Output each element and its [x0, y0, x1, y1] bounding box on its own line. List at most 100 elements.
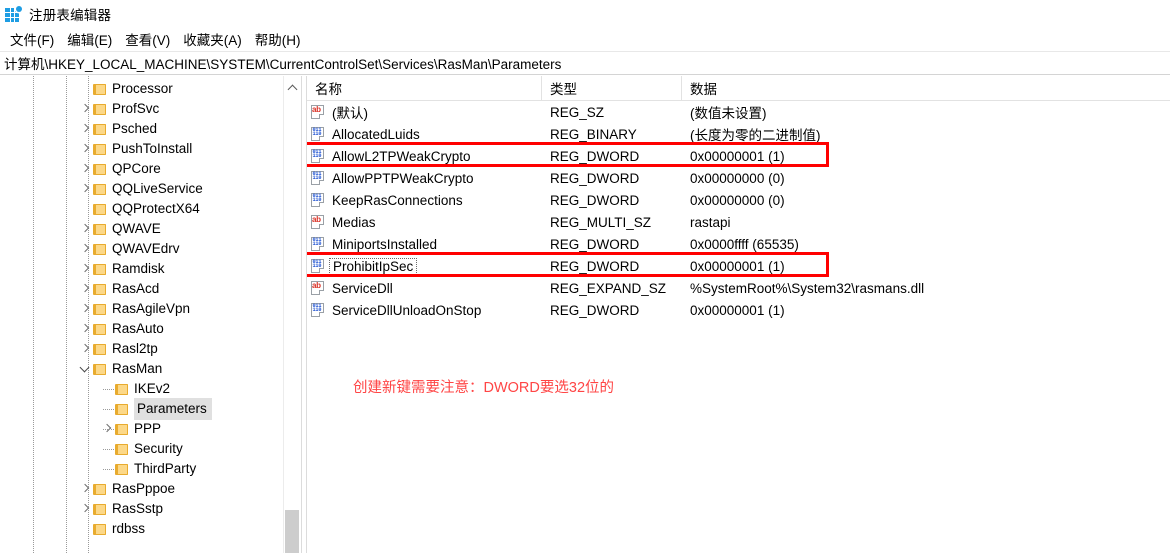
chevron-right-icon[interactable] [77, 139, 93, 159]
tree-item-qpcore[interactable]: QPCore [0, 159, 284, 179]
value-name: Medias [332, 214, 376, 230]
menu-help[interactable]: 帮助(H) [251, 27, 310, 52]
tree-item-label: PPP [134, 421, 162, 436]
table-row[interactable]: ab (默认) REG_SZ (数值未设置) [307, 101, 1170, 123]
value-data-cell: (长度为零的二进制值) [690, 128, 821, 143]
chevron-right-icon[interactable] [77, 499, 93, 519]
chevron-right-icon[interactable] [77, 279, 93, 299]
value-data-cell: 0x00000001 (1) [690, 148, 785, 164]
chevron-right-icon[interactable] [77, 339, 93, 359]
tree-item-ikev2[interactable]: IKEv2 [0, 379, 284, 399]
scroll-up-arrow-icon[interactable] [284, 80, 301, 96]
chevron-right-icon[interactable] [77, 179, 93, 199]
window-title: 注册表编辑器 [29, 8, 112, 23]
menu-edit[interactable]: 编辑(E) [63, 27, 121, 52]
tree-item-label: PushToInstall [112, 141, 193, 156]
tree-item-rassstp[interactable]: RasSstp [0, 499, 284, 519]
value-name-cell: 011 110 ServiceDllUnloadOnStop [307, 299, 542, 321]
chevron-right-icon[interactable] [77, 99, 93, 119]
tree-vertical-scrollbar[interactable] [283, 76, 301, 553]
menu-view[interactable]: 查看(V) [121, 27, 179, 52]
tree-item-rasl2tp[interactable]: Rasl2tp [0, 339, 284, 359]
tree-item-parameters[interactable]: Parameters [0, 398, 284, 420]
folder-icon [93, 483, 107, 496]
tree-item-processor[interactable]: Processor [0, 79, 284, 99]
tree-item-label: ThirdParty [134, 461, 197, 476]
tree-item-label: QWAVEdrv [112, 241, 180, 256]
table-row[interactable]: ab Medias REG_MULTI_SZ rastapi [307, 211, 1170, 233]
binary-value-icon: 011 110 [311, 127, 326, 141]
tree-item-qqliveservice[interactable]: QQLiveService [0, 179, 284, 199]
value-data-cell: 0x00000001 (1) [690, 302, 785, 318]
chevron-down-icon[interactable] [77, 359, 93, 379]
tree-scrollbar-thumb[interactable] [285, 510, 299, 553]
value-data-cell: 0x00000001 (1) [690, 258, 785, 274]
address-bar[interactable]: 计算机\HKEY_LOCAL_MACHINE\SYSTEM\CurrentCon… [0, 51, 1170, 75]
tree-item-profsvc[interactable]: ProfSvc [0, 99, 284, 119]
folder-icon [115, 443, 129, 456]
table-row[interactable]: 011 110 AllocatedLuids REG_BINARY (长度为零的二进制值… [307, 123, 1170, 145]
folder-icon [115, 463, 129, 476]
value-type-cell: REG_DWORD [550, 192, 640, 208]
folder-icon [93, 283, 107, 296]
value-name-cell: 011 110 ProhibitIpSec [307, 255, 542, 277]
tree-item-security[interactable]: Security [0, 439, 284, 459]
chevron-right-icon[interactable] [77, 299, 93, 319]
tree-item-ppp[interactable]: PPP [0, 419, 284, 439]
tree-item-label: Security [134, 441, 183, 456]
tree-item-thirdparty[interactable]: ThirdParty [0, 459, 284, 479]
column-header-name[interactable]: 名称 [307, 76, 542, 100]
tree-item-rdbss[interactable]: rdbss [0, 519, 284, 539]
registry-tree[interactable]: Processor ProfSvc Psched PushToInstall QPCor… [0, 76, 284, 539]
chevron-right-icon[interactable] [77, 219, 93, 239]
chevron-right-icon[interactable] [77, 259, 93, 279]
chevron-right-icon[interactable] [77, 239, 93, 259]
chevron-right-icon[interactable] [77, 119, 93, 139]
tree-item-label: QQProtectX64 [112, 201, 200, 216]
tree-item-qwave[interactable]: QWAVE [0, 219, 284, 239]
value-name-cell: ab Medias [307, 211, 542, 233]
table-row[interactable]: 011 110 AllowPPTPWeakCrypto REG_DWORD 0x0000… [307, 167, 1170, 189]
table-row[interactable]: 011 110 AllowL2TPWeakCrypto REG_DWORD 0x0000… [307, 145, 1170, 167]
chevron-right-icon[interactable] [77, 319, 93, 339]
table-row[interactable]: 011 110 ProhibitIpSec REG_DWORD 0x00000001 (… [307, 255, 1170, 277]
menu-file[interactable]: 文件(F) [6, 27, 63, 52]
chevron-right-icon[interactable] [77, 479, 93, 499]
tree-item-label: RasAgileVpn [112, 301, 191, 316]
tree-item-rasagilevpn[interactable]: RasAgileVpn [0, 299, 284, 319]
column-header-type[interactable]: 类型 [542, 76, 682, 100]
tree-item-rasauto[interactable]: RasAuto [0, 319, 284, 339]
value-type-cell: REG_EXPAND_SZ [550, 280, 667, 296]
title-bar: 注册表编辑器 [0, 0, 1170, 28]
tree-item-rasman[interactable]: RasMan [0, 359, 284, 379]
tree-item-ramdisk[interactable]: Ramdisk [0, 259, 284, 279]
tree-item-qqprotectx64[interactable]: QQProtectX64 [0, 199, 284, 219]
tree-item-label: Rasl2tp [112, 341, 158, 356]
table-row[interactable]: ab ServiceDll REG_EXPAND_SZ %SystemRoot%\Sy… [307, 277, 1170, 299]
folder-icon [115, 383, 129, 396]
value-name-cell: 011 110 AllocatedLuids [307, 123, 542, 145]
table-row[interactable]: 011 110 MiniportsInstalled REG_DWORD 0x0000f… [307, 233, 1170, 255]
tree-item-pushtoinstall[interactable]: PushToInstall [0, 139, 284, 159]
table-row[interactable]: 011 110 ServiceDllUnloadOnStop REG_DWORD 0x0… [307, 299, 1170, 321]
value-name-cell: 011 110 KeepRasConnections [307, 189, 542, 211]
values-list[interactable]: ab (默认) REG_SZ (数值未设置) 011 110 AllocatedLuids R… [307, 101, 1170, 321]
address-path: 计算机\HKEY_LOCAL_MACHINE\SYSTEM\CurrentCon… [4, 57, 562, 72]
tree-item-qwavedrv[interactable]: QWAVEdrv [0, 239, 284, 259]
value-type-cell: REG_DWORD [550, 236, 640, 252]
table-row[interactable]: 011 110 KeepRasConnections REG_DWORD 0x00000… [307, 189, 1170, 211]
folder-icon [115, 423, 129, 436]
column-header-data[interactable]: 数据 [682, 76, 1170, 100]
value-name: ServiceDll [332, 280, 393, 296]
value-type-cell: REG_DWORD [550, 258, 640, 274]
value-data-cell: 0x00000000 (0) [690, 170, 785, 186]
tree-item-psched[interactable]: Psched [0, 119, 284, 139]
menu-favorites[interactable]: 收藏夹(A) [179, 27, 251, 52]
main-content: Processor ProfSvc Psched PushToInstall QPCor… [0, 76, 1170, 553]
folder-icon [93, 303, 107, 316]
chevron-right-icon[interactable] [77, 159, 93, 179]
tree-item-raspppoe[interactable]: RasPppoe [0, 479, 284, 499]
tree-item-rasacd[interactable]: RasAcd [0, 279, 284, 299]
value-type-cell: REG_DWORD [550, 148, 640, 164]
value-name: ProhibitIpSec [329, 257, 418, 275]
